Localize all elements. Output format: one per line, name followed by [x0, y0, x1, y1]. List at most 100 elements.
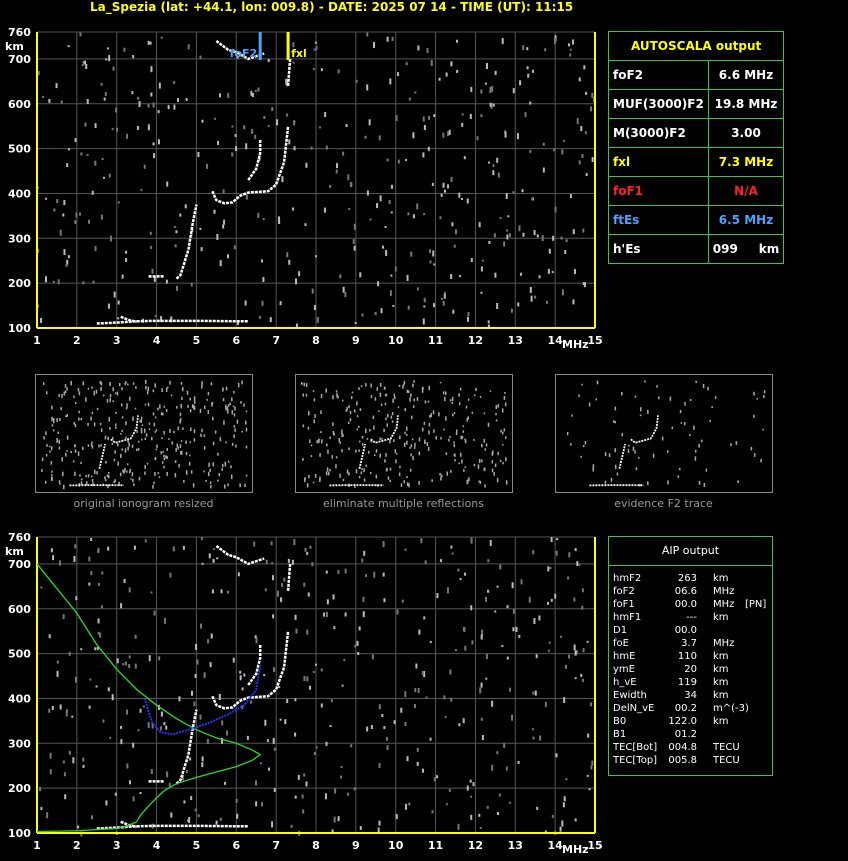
noise-dot	[315, 46, 318, 51]
noise-dot	[285, 78, 288, 85]
noise-dot	[335, 464, 337, 469]
noise-dot	[56, 660, 59, 664]
noise-dot	[634, 395, 637, 398]
noise-dot	[337, 816, 340, 822]
noise-dot	[173, 80, 176, 84]
noise-dot	[393, 720, 396, 725]
noise-dot	[201, 756, 204, 762]
noise-dot	[596, 380, 599, 385]
noise-dot	[470, 795, 473, 798]
noise-dot	[536, 806, 539, 810]
noise-dot	[45, 197, 48, 200]
noise-dot	[185, 470, 188, 475]
aip-unit: km	[713, 612, 729, 623]
noise-dot	[551, 814, 554, 818]
noise-dot	[454, 649, 457, 652]
noise-dot	[169, 428, 171, 433]
noise-dot	[323, 612, 326, 617]
noise-dot	[224, 461, 227, 465]
noise-dot	[340, 766, 343, 769]
noise-dot	[480, 266, 483, 272]
noise-dot	[304, 478, 306, 483]
noise-dot	[424, 400, 427, 404]
noise-dot	[175, 448, 177, 452]
aip-unit: MHz	[713, 586, 735, 597]
y-tick-label: 500	[8, 143, 31, 156]
noise-dot	[390, 274, 393, 277]
noise-dot	[378, 763, 381, 769]
noise-dot	[357, 651, 360, 655]
noise-dot	[124, 448, 127, 453]
x-tick-label: 3	[113, 334, 121, 347]
noise-dot	[72, 757, 75, 764]
noise-dot	[495, 412, 497, 416]
x-tick-label: 8	[312, 334, 320, 347]
noise-dot	[290, 824, 293, 828]
noise-dot	[90, 537, 93, 541]
noise-dot	[529, 286, 532, 293]
noise-dot	[123, 47, 126, 52]
noise-dot	[117, 461, 119, 466]
noise-dot	[451, 552, 454, 555]
noise-dot	[91, 190, 94, 195]
noise-dot	[148, 428, 151, 430]
noise-dot	[193, 701, 196, 707]
noise-dot	[480, 634, 483, 640]
y-tick-label: 100	[8, 827, 31, 840]
noise-dot	[125, 250, 128, 254]
noise-dot	[101, 158, 104, 161]
noise-dot	[241, 687, 244, 691]
noise-dot	[308, 685, 311, 690]
y-tick-label: 600	[8, 98, 31, 111]
noise-dot	[200, 247, 203, 252]
noise-dot	[351, 391, 354, 394]
aip-value: 004.8	[668, 742, 697, 753]
noise-dot	[92, 280, 95, 284]
noise-dot	[88, 556, 91, 562]
noise-dot	[574, 548, 577, 552]
noise-dot	[189, 409, 192, 413]
noise-dot	[497, 451, 499, 456]
noise-dot	[207, 471, 210, 477]
noise-dot	[86, 99, 89, 105]
echo-trace	[110, 415, 139, 444]
noise-dot	[85, 474, 87, 478]
noise-dot	[466, 785, 469, 791]
noise-dot	[406, 476, 408, 479]
noise-dot	[236, 419, 239, 424]
noise-dot	[101, 571, 104, 575]
noise-dot	[529, 149, 532, 153]
noise-dot	[332, 422, 334, 426]
noise-dot	[305, 162, 308, 168]
noise-dot	[91, 478, 94, 483]
noise-dot	[572, 299, 575, 305]
noise-dot	[312, 481, 315, 484]
y-tick-label: 700	[8, 558, 31, 571]
x-tick-label: 7	[272, 839, 280, 852]
noise-dot	[131, 444, 134, 448]
noise-dot	[147, 722, 150, 729]
noise-dot	[50, 548, 53, 553]
thumbnail-caption: evidence F2 trace	[614, 497, 713, 510]
noise-dot	[59, 560, 62, 566]
noise-dot	[366, 32, 369, 37]
noise-dot	[116, 658, 119, 664]
noise-dot	[88, 219, 91, 224]
noise-dot	[82, 757, 85, 762]
noise-dot	[189, 441, 192, 444]
noise-dot	[426, 442, 429, 447]
noise-dot	[363, 468, 365, 473]
noise-dot	[369, 471, 372, 475]
noise-dot	[108, 55, 111, 62]
noise-dot	[584, 131, 587, 135]
noise-dot	[461, 122, 464, 127]
noise-dot	[554, 206, 557, 213]
autoscala-param-name: foF2	[608, 60, 709, 90]
noise-dot	[409, 397, 411, 402]
noise-dot	[45, 391, 48, 395]
noise-dot	[218, 693, 221, 700]
noise-dot	[343, 659, 346, 662]
noise-dot	[39, 787, 42, 792]
noise-dot	[339, 775, 342, 779]
noise-dot	[158, 656, 161, 661]
